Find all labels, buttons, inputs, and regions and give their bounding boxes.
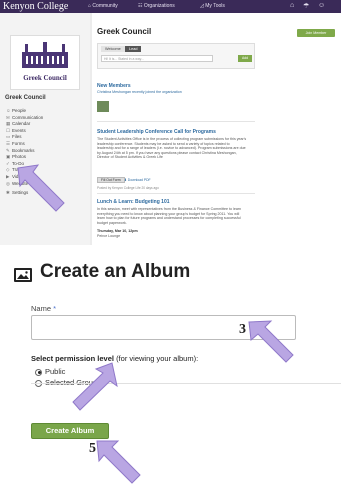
picture-glyph bbox=[17, 271, 29, 279]
conference-meta: Posted by Kenyon College Life 20 days ag… bbox=[97, 186, 159, 190]
fill-out-form-button[interactable]: Fill Out Form bbox=[97, 177, 125, 183]
lunch-text: In this session, meet with representativ… bbox=[97, 207, 242, 225]
menu-item-settings[interactable]: ✱ Settings bbox=[6, 190, 43, 197]
divider bbox=[31, 383, 341, 384]
new-members-heading[interactable]: New Members bbox=[97, 83, 131, 89]
menu-item-forms[interactable]: ☰ Forms bbox=[6, 141, 43, 148]
post-button[interactable]: Add bbox=[238, 55, 252, 62]
group-logo: Greek Council bbox=[10, 35, 80, 90]
lunch-date: Thursday, Mar 10, 12pm bbox=[97, 229, 138, 233]
menu-item-bookmarks[interactable]: ✎ Bookmarks bbox=[6, 148, 43, 155]
group-page-screenshot: Kenyon College ⌂ Community ☷ Organizatio… bbox=[0, 0, 341, 245]
menu-item-calendar[interactable]: ▦ Calendar bbox=[6, 121, 43, 128]
menu-item-videos[interactable]: ▶ Videos bbox=[6, 174, 43, 181]
college-brand[interactable]: Kenyon College bbox=[3, 1, 68, 12]
nav-community[interactable]: ⌂ Community bbox=[88, 3, 118, 9]
logo-text: Greek Council bbox=[23, 74, 67, 82]
divider bbox=[97, 121, 255, 122]
step-number-5: 5 bbox=[89, 441, 96, 456]
radio-button-checked[interactable] bbox=[35, 368, 42, 376]
group-menu: ☺People ✉ Communication ▦ Calendar ☐ Events… bbox=[6, 108, 43, 197]
step-number-3: 3 bbox=[239, 322, 246, 337]
top-nav-bar: Kenyon College ⌂ Community ☷ Organizatio… bbox=[0, 0, 341, 13]
menu-item-files[interactable]: ▭ Files bbox=[6, 134, 43, 141]
user-icon[interactable]: ☺ bbox=[318, 2, 325, 9]
conference-heading[interactable]: Student Leadership Conference Call for P… bbox=[97, 129, 216, 135]
menu-item-tracks[interactable]: ◇ Tracks bbox=[6, 167, 43, 174]
page-title: Greek Council bbox=[97, 27, 152, 36]
new-members-text[interactable]: Christina Meshongan recently joined the … bbox=[97, 90, 247, 95]
group-sidebar: Greek Council Greek Council ☺People ✉ Com… bbox=[0, 13, 90, 245]
tab-lead[interactable]: Lead bbox=[125, 46, 142, 52]
menu-item-people[interactable]: ☺People bbox=[6, 108, 43, 115]
umbrella-icon[interactable]: ☂ bbox=[303, 2, 309, 10]
conference-text: The Student Activities Office is in the … bbox=[97, 137, 247, 160]
join-member-button[interactable]: Join Member bbox=[297, 29, 335, 37]
permission-label: Select permission level (for viewing you… bbox=[31, 354, 199, 363]
create-album-form: Create an Album Name * Select permission… bbox=[0, 248, 341, 495]
radio-public[interactable]: Public bbox=[35, 367, 65, 376]
post-composer: Welcome Lead Hi! It is... Stated in a wa… bbox=[97, 43, 255, 69]
album-name-input[interactable] bbox=[31, 315, 296, 340]
building-icon bbox=[22, 42, 68, 68]
tab-welcome[interactable]: Welcome bbox=[101, 46, 125, 52]
home-icon[interactable]: ⌂ bbox=[290, 2, 294, 9]
menu-item-photos[interactable]: ▣ Photos bbox=[6, 154, 43, 161]
group-name: Greek Council bbox=[5, 95, 46, 101]
menu-item-events[interactable]: ☐ Events bbox=[6, 128, 43, 135]
lunch-place: Peirce Lounge bbox=[97, 234, 121, 238]
nav-organizations[interactable]: ☷ Organizations bbox=[138, 3, 175, 9]
member-avatar[interactable] bbox=[97, 101, 109, 112]
menu-item-website[interactable]: ◎ Website bbox=[6, 181, 43, 188]
group-main-content: Greek Council Join Member Welcome Lead H… bbox=[92, 13, 341, 245]
post-input[interactable]: Hi! It is... Stated in a way... bbox=[101, 55, 213, 62]
name-label: Name * bbox=[31, 304, 57, 313]
create-album-button[interactable]: Create Album bbox=[31, 423, 109, 439]
menu-item-communication[interactable]: ✉ Communication bbox=[6, 115, 43, 122]
nav-my-tools[interactable]: ◿ My Tools bbox=[200, 3, 225, 9]
lunch-heading[interactable]: Lunch & Learn: Budgeting 101 bbox=[97, 199, 170, 205]
download-pdf-link[interactable]: ⬇ Download PDF bbox=[124, 177, 151, 183]
step-number-4: 4 bbox=[105, 370, 112, 385]
divider bbox=[97, 193, 255, 194]
photo-album-icon bbox=[14, 268, 32, 282]
menu-item-todo[interactable]: ✓ To-Do bbox=[6, 161, 43, 168]
page-title: Create an Album bbox=[40, 261, 191, 282]
